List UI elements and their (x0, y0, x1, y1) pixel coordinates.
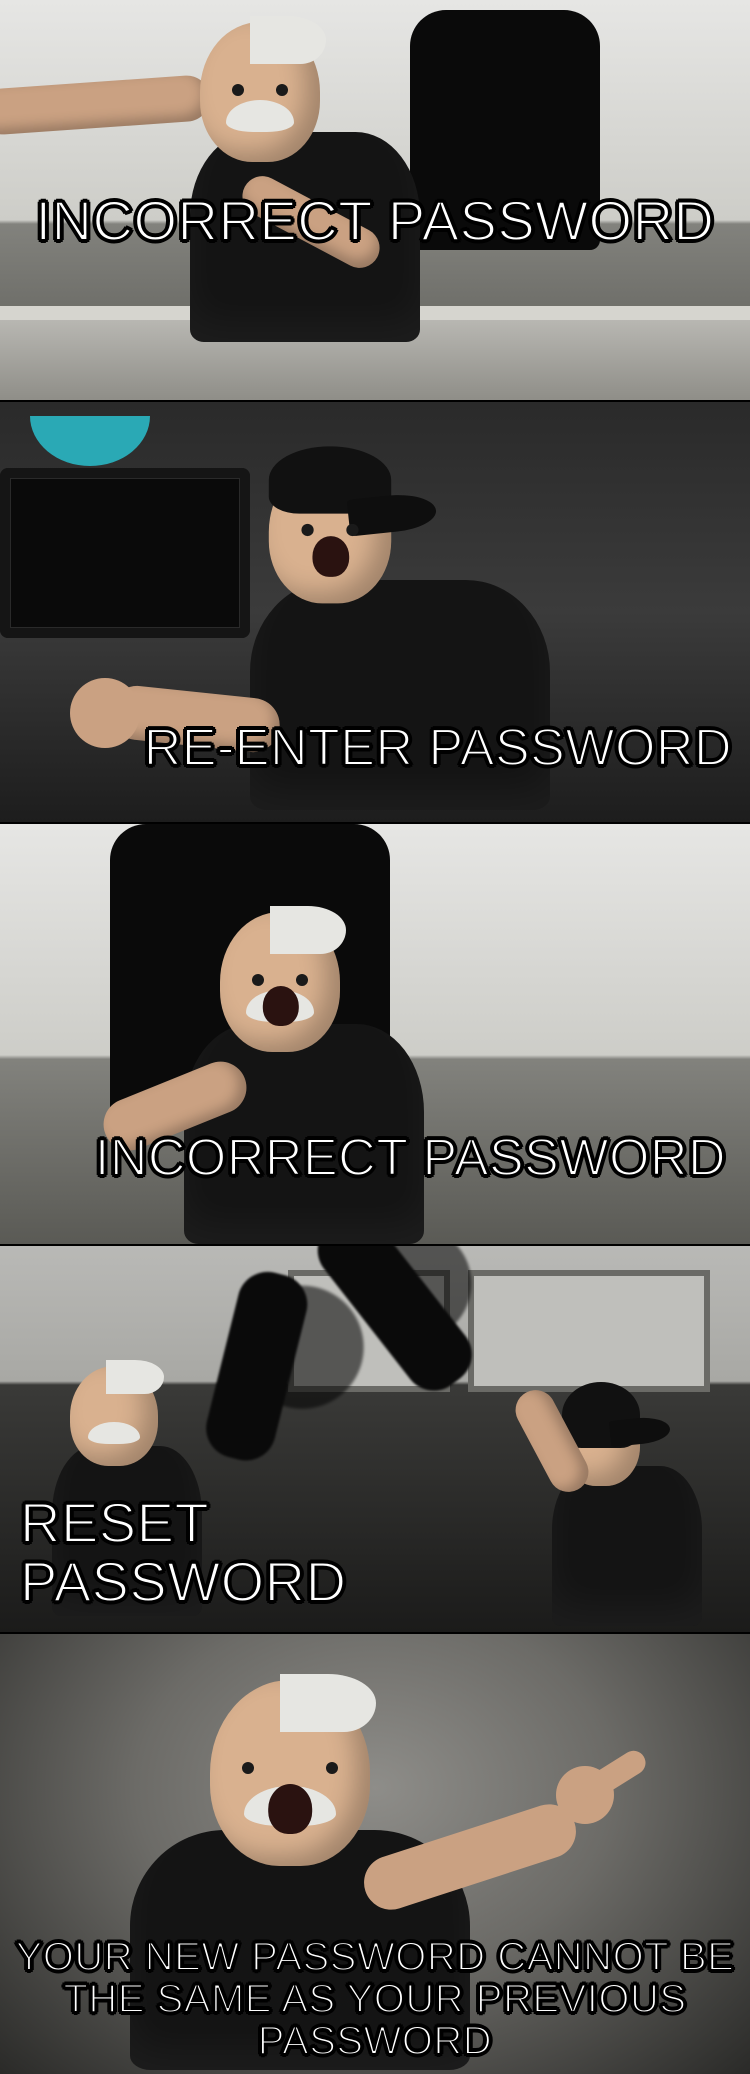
meme-container: INCORRECT PASSWORD RE-ENTER PASSWORD (0, 0, 750, 2074)
panel-5-caption: YOUR NEW PASSWORD CANNOT BE THE SAME AS … (10, 1936, 740, 2062)
pointing-hand-icon (556, 1766, 614, 1824)
meme-panel-2: RE-ENTER PASSWORD (0, 402, 750, 824)
meme-panel-1: INCORRECT PASSWORD (0, 0, 750, 402)
person-older-man (70, 1366, 158, 1466)
person-older-man (200, 22, 320, 162)
panel-3-caption: INCORRECT PASSWORD (95, 1131, 726, 1186)
desk-icon (0, 320, 750, 400)
pointing-arm-icon (357, 1797, 583, 1916)
office-chair-icon (410, 10, 600, 250)
fist-icon (70, 678, 140, 748)
meme-panel-4: RESET PASSWORD (0, 1246, 750, 1634)
meme-panel-3: INCORRECT PASSWORD (0, 824, 750, 1246)
meme-panel-5: YOUR NEW PASSWORD CANNOT BE THE SAME AS … (0, 1634, 750, 2074)
panel-2-caption: RE-ENTER PASSWORD (144, 721, 732, 776)
bowl-icon (30, 416, 150, 466)
thrown-chair-icon (150, 1246, 630, 1535)
office-chair-icon (110, 824, 390, 1124)
person-older-man (210, 1680, 370, 1866)
pointing-finger-icon (578, 1746, 650, 1803)
person-younger-man (270, 462, 390, 602)
microwave-icon (0, 468, 250, 638)
panel-1-caption: INCORRECT PASSWORD (0, 192, 750, 251)
